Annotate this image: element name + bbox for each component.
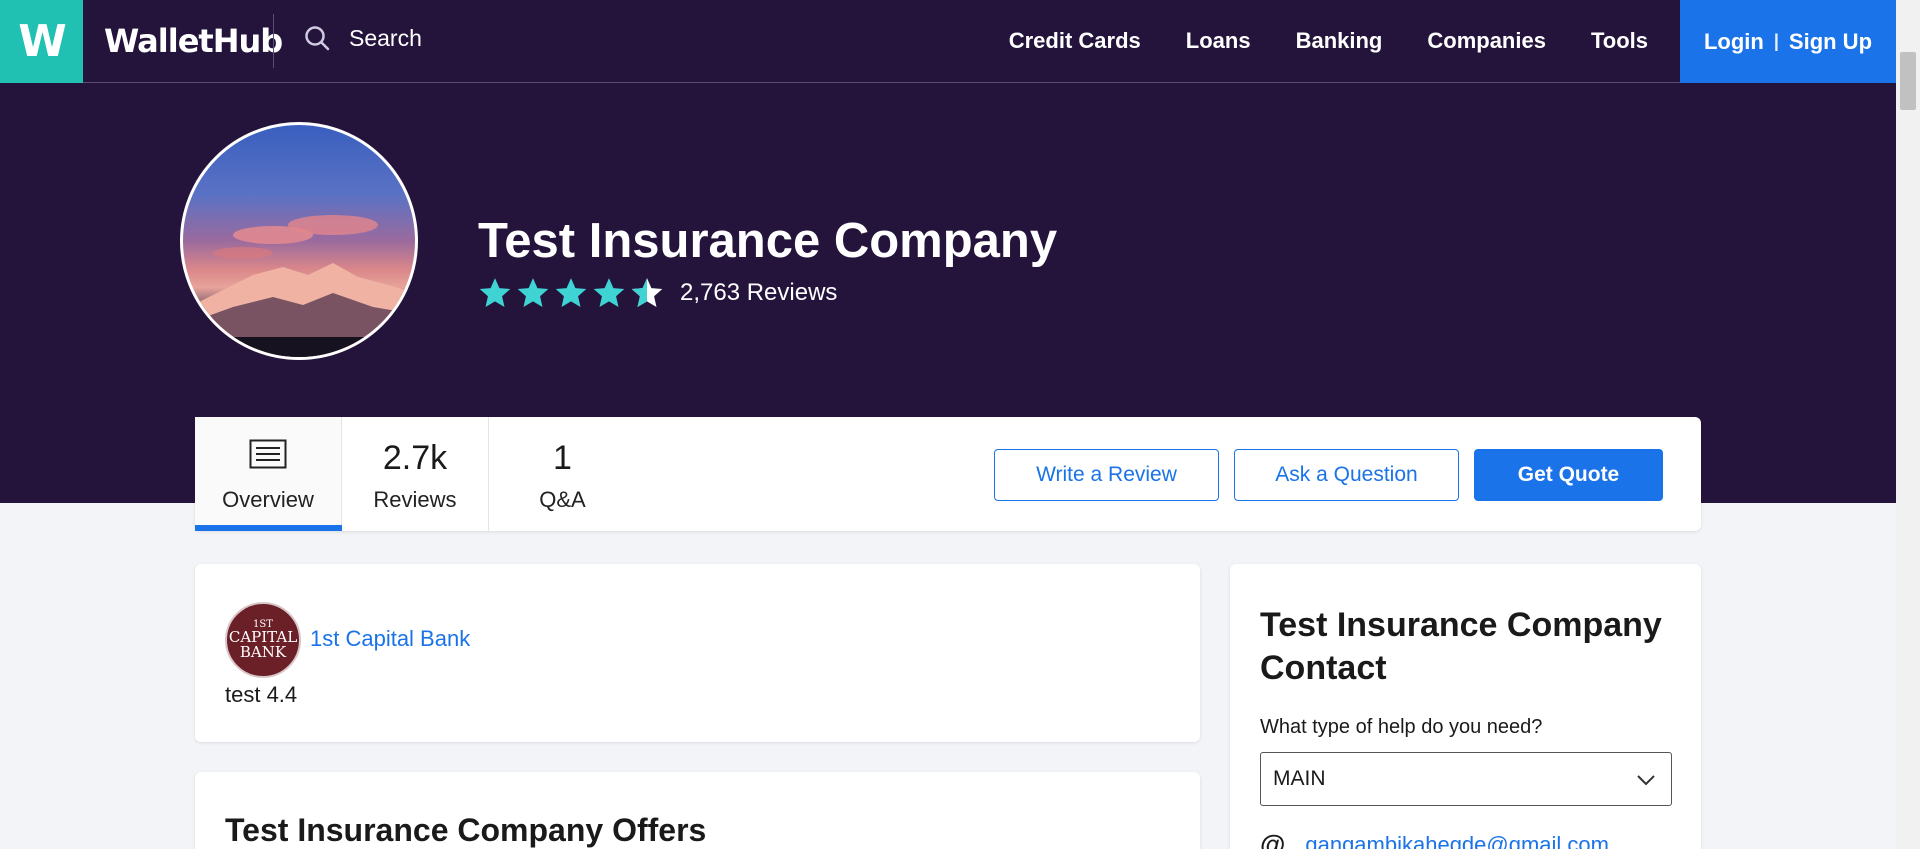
bank-logo[interactable]: 1ST CAPITAL BANK (225, 602, 301, 678)
mountain-image (183, 215, 415, 357)
company-avatar (180, 122, 418, 360)
write-review-button[interactable]: Write a Review (994, 449, 1219, 501)
brand-name[interactable]: WalletHub (104, 22, 283, 60)
chevron-down-icon (1637, 775, 1655, 786)
offers-title: Test Insurance Company Offers (225, 812, 707, 848)
rating-row[interactable]: 2,763 Reviews (478, 276, 837, 310)
tab-overview[interactable]: Overview (195, 417, 342, 531)
star-icon (555, 278, 587, 308)
company-tabs: Overview 2.7k Reviews 1 Q&A Write a Revi… (195, 417, 1701, 531)
contact-title: Test Insurance Company Contact (1260, 606, 1662, 688)
tab-qa-label: Q&A (539, 487, 586, 512)
nav-companies[interactable]: Companies (1427, 28, 1546, 54)
nav-divider (273, 14, 274, 68)
review-text: test 4.4 (225, 682, 298, 707)
search-box[interactable]: Search (303, 24, 422, 52)
help-type-value: MAIN (1273, 767, 1326, 790)
bank-logo-line3: BANK (239, 643, 287, 661)
top-nav: W WalletHub Search Credit Cards Loans Ba… (0, 0, 1896, 83)
nav-tools[interactable]: Tools (1591, 28, 1648, 54)
login-button[interactable]: Login (1704, 29, 1764, 55)
overview-icon-wrap (195, 417, 341, 483)
signup-button[interactable]: Sign Up (1789, 29, 1872, 55)
auth-box: Login | Sign Up (1680, 0, 1896, 83)
nav-credit-cards[interactable]: Credit Cards (1009, 28, 1141, 54)
logo-letter: W (18, 16, 67, 67)
search-label: Search (349, 24, 422, 51)
ask-question-button[interactable]: Ask a Question (1234, 449, 1459, 501)
tab-qa[interactable]: 1 Q&A (489, 417, 636, 531)
review-card: 1ST CAPITAL BANK 1st Capital Bank test 4… (195, 564, 1200, 742)
auth-separator: | (1773, 31, 1779, 51)
star-icon (479, 278, 511, 308)
tab-reviews-count: 2.7k (382, 439, 448, 477)
search-icon (305, 26, 330, 51)
review-count[interactable]: 2,763 Reviews (680, 279, 837, 307)
help-type-label: What type of help do you need? (1260, 716, 1543, 738)
tab-reviews-label: Reviews (373, 487, 457, 512)
nav-loans[interactable]: Loans (1186, 28, 1251, 54)
active-tab-indicator (195, 525, 342, 531)
wallethub-logo[interactable]: W (0, 0, 83, 83)
get-quote-button[interactable]: Get Quote (1474, 449, 1663, 501)
nav-banking[interactable]: Banking (1296, 28, 1383, 54)
tab-reviews[interactable]: 2.7k Reviews (342, 417, 489, 531)
half-star-icon (631, 278, 663, 308)
email-row: @ gangambikahegde@gmail.com (1260, 829, 1609, 849)
scrollbar-thumb[interactable] (1900, 52, 1916, 110)
page-scrollbar[interactable] (1896, 0, 1920, 849)
company-title: Test Insurance Company (478, 214, 1058, 268)
help-type-select[interactable]: MAIN (1260, 752, 1672, 806)
offers-card: Test Insurance Company Offers (195, 772, 1200, 849)
contact-email-link[interactable]: gangambikahegde@gmail.com (1305, 832, 1609, 849)
contact-card: Test Insurance Company Contact What type… (1230, 564, 1701, 849)
main-nav-links: Credit Cards Loans Banking Companies Too… (1009, 0, 1648, 82)
star-icon (593, 278, 625, 308)
bank-name-link[interactable]: 1st Capital Bank (310, 626, 470, 652)
at-sign-icon: @ (1260, 829, 1286, 849)
star-icon (517, 278, 549, 308)
tab-qa-count: 1 (553, 439, 572, 477)
tab-overview-label: Overview (222, 487, 314, 512)
document-lines-icon (249, 439, 287, 469)
